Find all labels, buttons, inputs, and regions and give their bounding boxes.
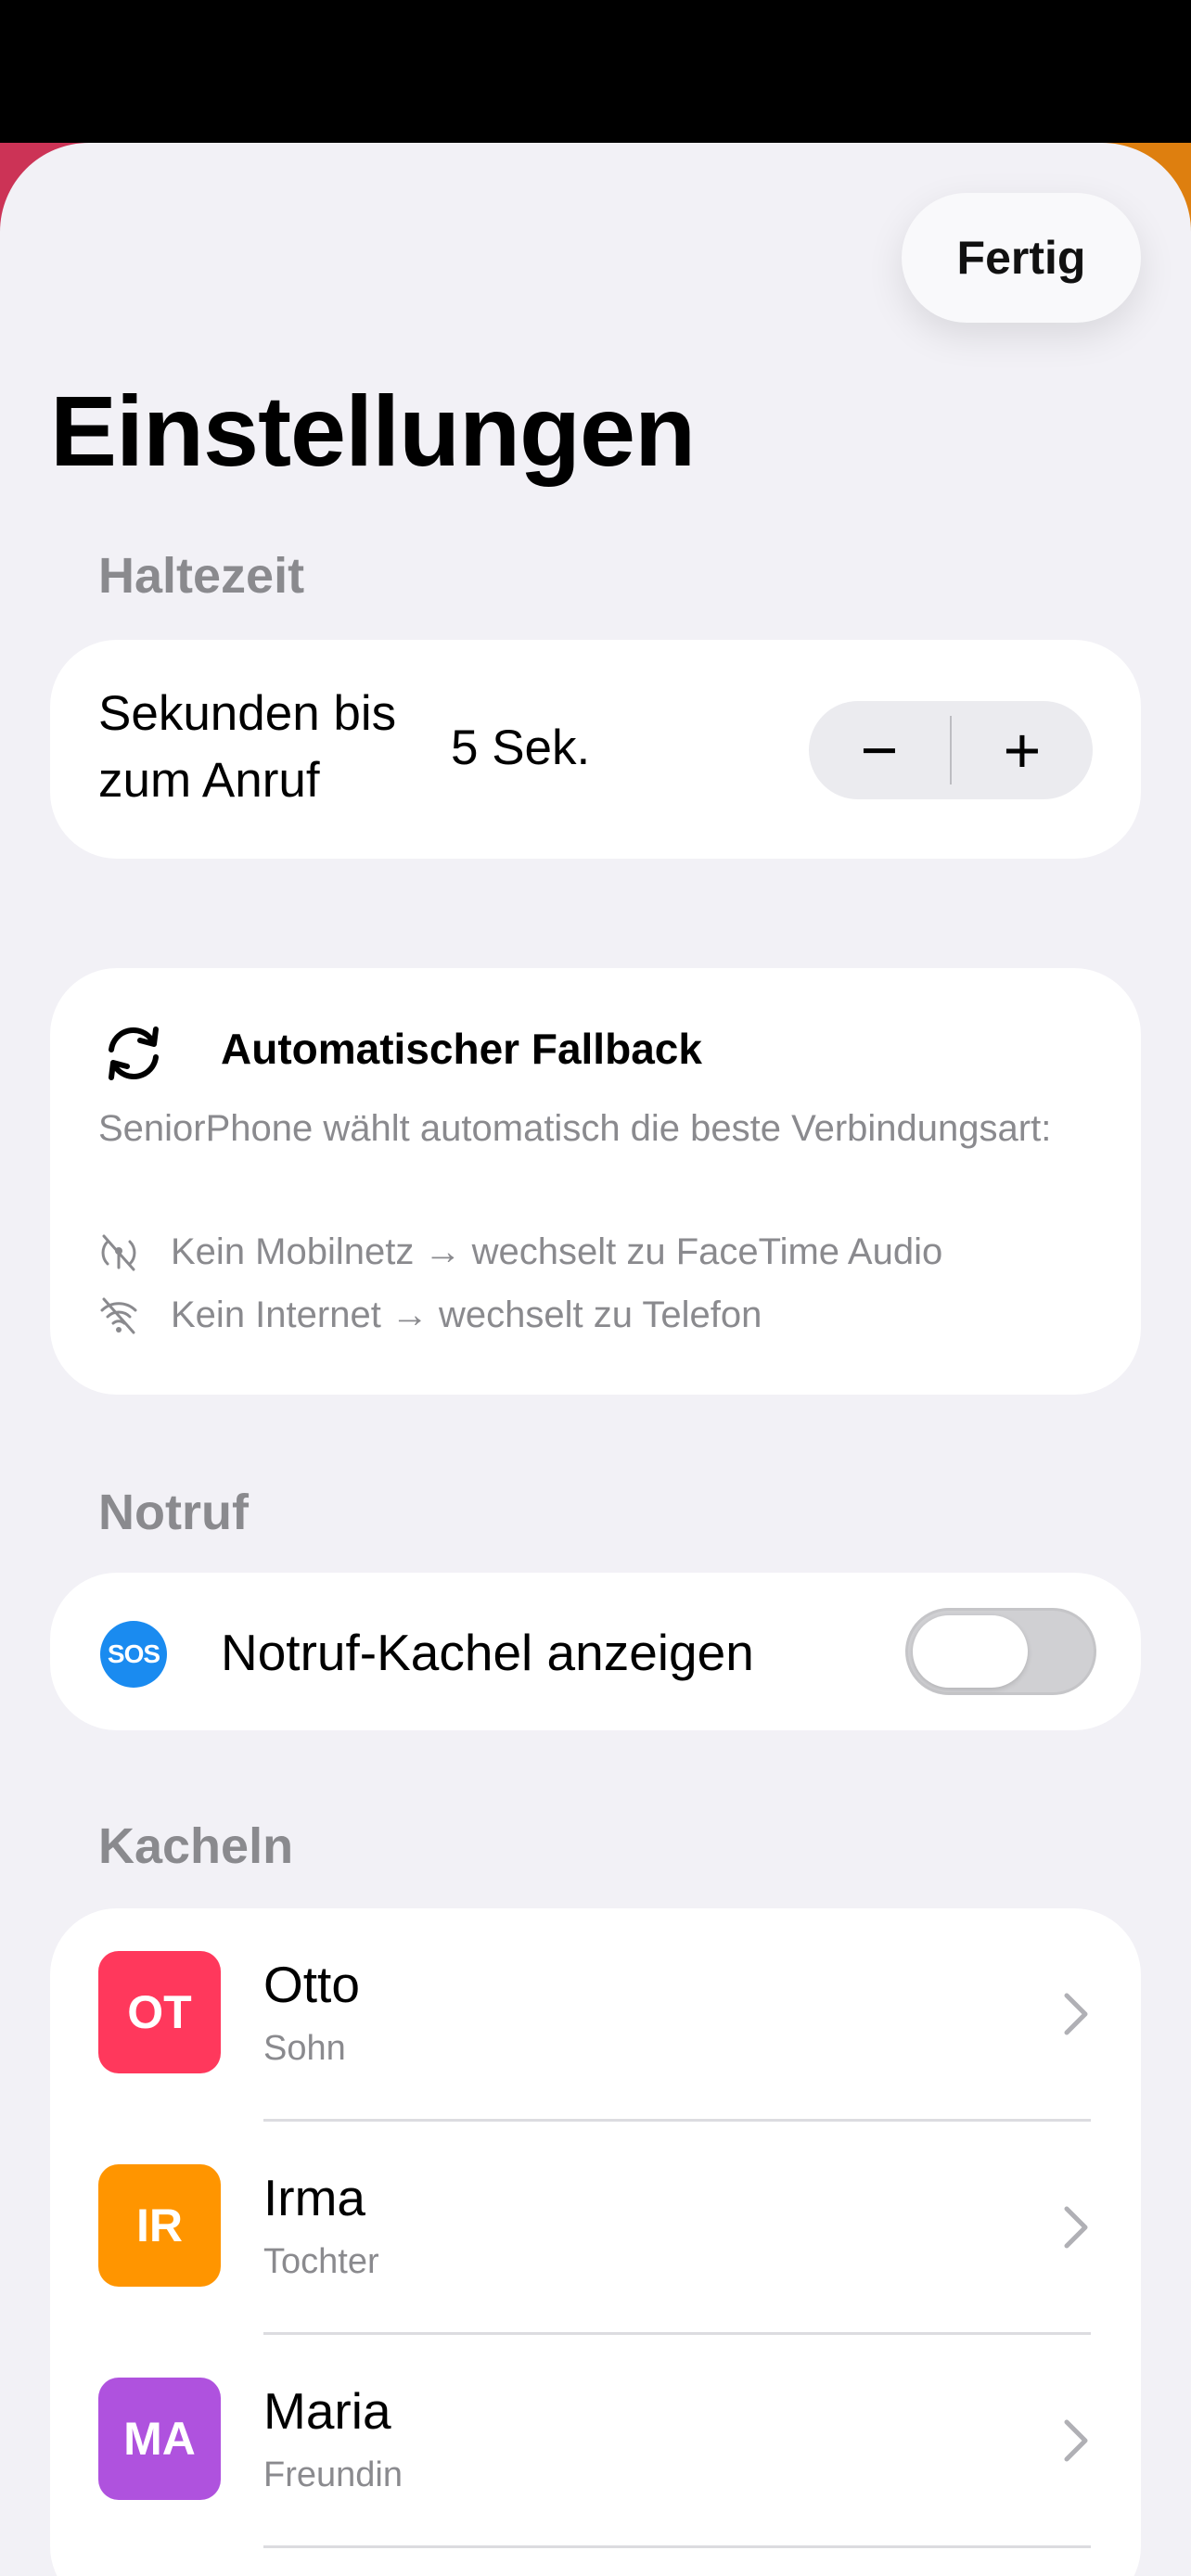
tile-name: Irma [263,2169,365,2226]
tile-name: Otto [263,1956,360,2013]
avatar: MA [98,2378,221,2500]
chevron-right-icon [1064,2206,1088,2249]
fallback-info-card: Automatischer Fallback SeniorPhone wählt… [50,968,1141,1395]
tile-row-maria[interactable]: MA Maria Freundin [50,2335,1141,2548]
section-header-hold-time: Haltezeit [98,548,305,604]
fallback-title: Automatischer Fallback [221,1025,702,1073]
tile-role: Tochter [263,2242,379,2281]
tile-role: Sohn [263,2029,346,2068]
no-signal-icon [101,1234,136,1270]
fallback-rule-internet-text: Kein Internet → wechselt zu Telefon [171,1294,762,1335]
emergency-card: SOS Notruf-Kachel anzeigen [50,1573,1141,1730]
sos-icon: SOS [100,1621,167,1688]
hold-time-stepper: − + [809,701,1093,799]
done-button[interactable]: Fertig [902,193,1141,323]
tile-row-irma[interactable]: IR Irma Tochter [50,2122,1141,2335]
section-header-emergency: Notruf [98,1485,249,1540]
hold-time-label: Sekunden bis zum Anruf [98,686,397,808]
settings-sheet: Fertig Einstellungen Haltezeit Sekunden … [0,143,1191,2576]
hold-time-value: 5 Sek. [451,721,591,775]
hold-time-card: Sekunden bis zum Anruf 5 Sek. − + [50,640,1141,859]
row-divider [263,2545,1091,2548]
toggle-knob [913,1615,1028,1688]
fallback-rule-internet: Kein Internet → wechselt zu Telefon [98,1294,762,1336]
increment-button[interactable]: + [952,701,1093,799]
chevron-right-icon [1064,2419,1088,2462]
no-wifi-icon [100,1297,137,1333]
refresh-icon [109,1027,159,1080]
tiles-list-card: OT Otto Sohn IR Irma Tochter MA Maria Fr… [50,1908,1141,2576]
emergency-tile-label: Notruf-Kachel anzeigen [221,1624,754,1681]
fallback-rule-mobile-text: Kein Mobilnetz → wechselt zu FaceTime Au… [171,1231,943,1272]
chevron-right-icon [1064,1993,1088,2035]
tile-row-otto[interactable]: OT Otto Sohn [50,1908,1141,2122]
page-title: Einstellungen [50,375,696,487]
fallback-description: SeniorPhone wählt automatisch die beste … [98,1108,1052,1149]
emergency-tile-toggle[interactable] [905,1608,1096,1695]
avatar: OT [98,1951,221,2073]
tile-role: Freundin [263,2455,403,2494]
decrement-button[interactable]: − [809,701,950,799]
section-header-tiles: Kacheln [98,1818,294,1874]
avatar: IR [98,2164,221,2287]
fallback-rule-mobile: Kein Mobilnetz → wechselt zu FaceTime Au… [98,1231,942,1273]
tile-name: Maria [263,2382,391,2440]
